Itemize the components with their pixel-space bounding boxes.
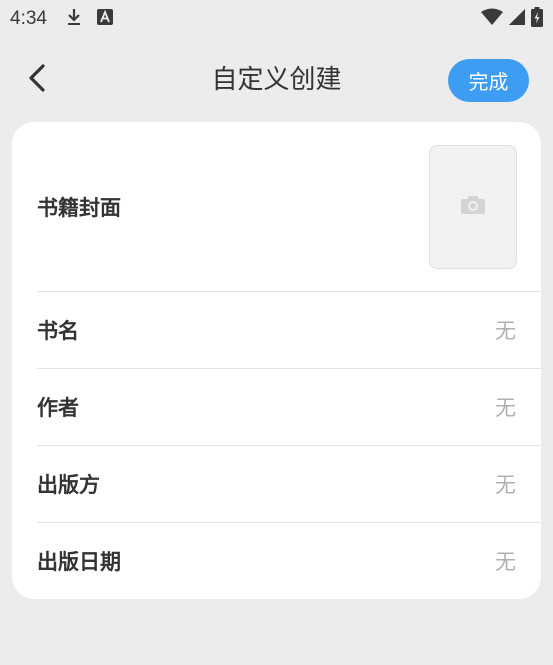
chevron-left-icon — [27, 64, 47, 96]
title-row[interactable]: 书名 无 — [37, 292, 541, 368]
title-value: 无 — [495, 319, 516, 343]
status-bar: 4:34 — [0, 0, 553, 38]
publisher-label: 出版方 — [37, 473, 100, 497]
publisher-row[interactable]: 出版方 无 — [37, 446, 541, 522]
download-icon — [65, 7, 83, 31]
publish-date-value: 无 — [495, 550, 516, 574]
status-time: 4:34 — [10, 8, 47, 29]
publisher-value: 无 — [495, 473, 516, 497]
signal-icon — [509, 8, 525, 30]
author-row[interactable]: 作者 无 — [37, 369, 541, 445]
cover-label: 书籍封面 — [37, 195, 121, 220]
back-button[interactable] — [20, 62, 54, 98]
author-label: 作者 — [37, 396, 79, 420]
battery-icon — [531, 7, 543, 31]
author-value: 无 — [495, 396, 516, 420]
nav-bar: 自定义创建 完成 — [0, 50, 553, 110]
publish-date-row[interactable]: 出版日期 无 — [37, 523, 541, 599]
done-button[interactable]: 完成 — [448, 59, 529, 102]
book-info-card: 书籍封面 书名 无 作者 无 出版方 无 出版日期 无 — [12, 122, 541, 599]
publish-date-label: 出版日期 — [37, 550, 121, 574]
title-label: 书名 — [37, 319, 79, 343]
wifi-icon — [481, 8, 503, 30]
camera-icon — [461, 195, 485, 218]
text-app-icon — [96, 9, 113, 29]
cover-row[interactable]: 书籍封面 — [37, 122, 541, 291]
cover-upload-box[interactable] — [429, 144, 517, 269]
